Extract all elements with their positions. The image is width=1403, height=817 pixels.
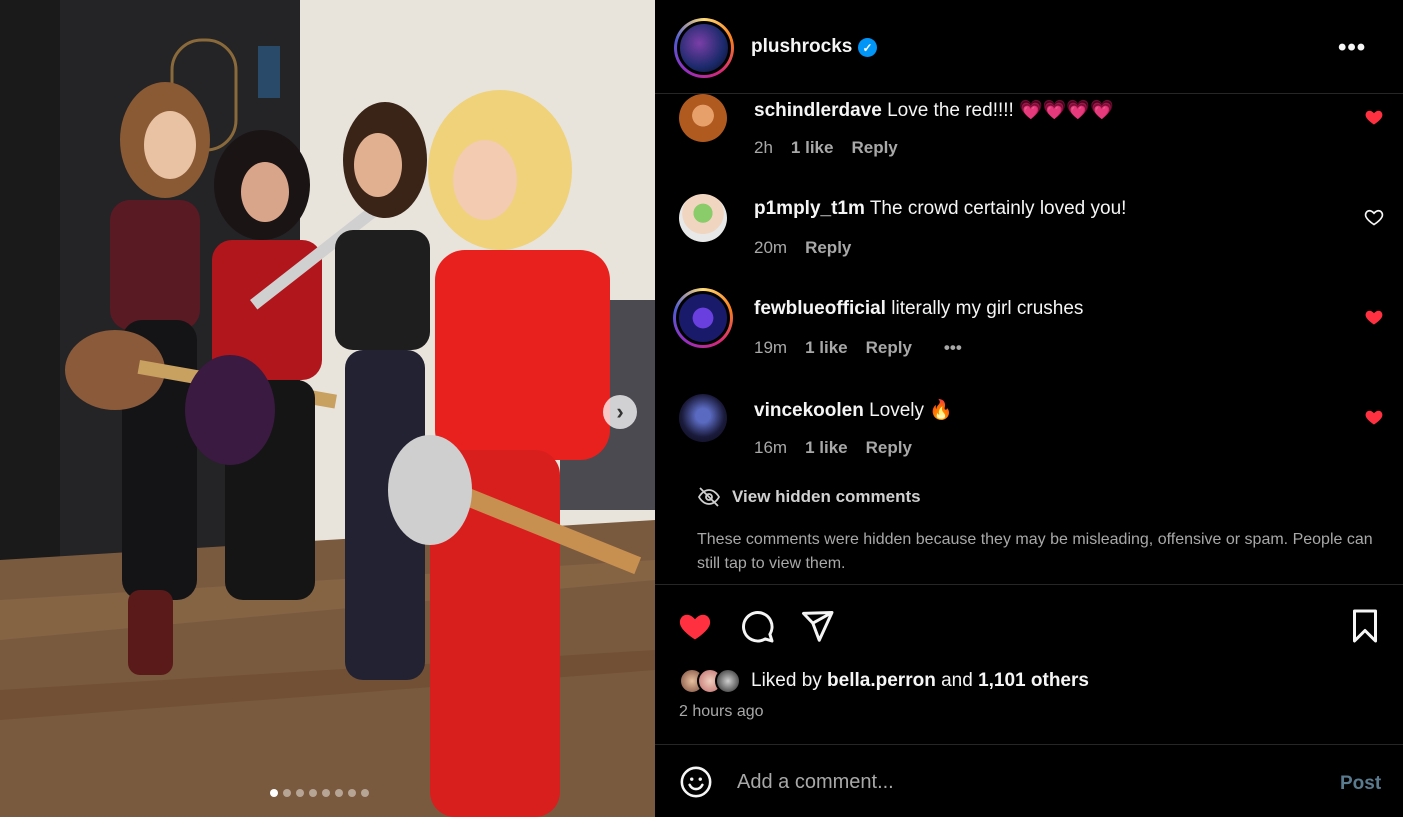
post-header: plushrocks ✓ •••: [655, 0, 1403, 94]
commenter-username[interactable]: vincekoolen: [754, 400, 864, 421]
emoji-icon[interactable]: [679, 765, 713, 799]
share-send-icon[interactable]: [799, 608, 835, 644]
commenter-username[interactable]: schindlerdave: [754, 100, 882, 121]
comment-item: fewblueofficial literally my girl crushe…: [655, 288, 1403, 374]
comment-like-heart-icon[interactable]: [1364, 407, 1384, 427]
comment-more-options-icon[interactable]: •••: [944, 338, 962, 358]
carousel-dot: [309, 789, 317, 797]
view-hidden-comments-button[interactable]: View hidden comments: [697, 485, 921, 509]
reply-button[interactable]: Reply: [866, 438, 912, 458]
comment-likes[interactable]: 1 like: [805, 438, 848, 458]
commenter-avatar[interactable]: [679, 194, 727, 242]
liker-avatar[interactable]: [715, 668, 741, 694]
comment-item: vincekoolen Lovely 🔥 16m 1 like Reply: [655, 394, 1403, 474]
reply-button[interactable]: Reply: [805, 238, 851, 258]
eye-off-icon: [697, 487, 721, 507]
verified-badge-icon: ✓: [858, 38, 877, 57]
comment-like-heart-outline-icon[interactable]: [1364, 207, 1384, 227]
comment-bubble-icon[interactable]: [739, 608, 775, 644]
commenter-avatar[interactable]: [679, 94, 727, 142]
comment-time: 20m: [754, 238, 788, 257]
liked-by-joiner: and: [935, 670, 979, 691]
comment-input[interactable]: [737, 767, 1317, 797]
author-avatar[interactable]: [674, 18, 734, 78]
comment-item: p1mply_t1m The crowd certainly loved you…: [655, 194, 1403, 274]
liked-by-others[interactable]: 1,101 others: [978, 670, 1089, 691]
carousel-dot: [322, 789, 330, 797]
comments-list: schindlerdave Love the red!!!! 💗💗💗💗 2h 1…: [655, 94, 1403, 584]
comment-like-heart-icon[interactable]: [1364, 307, 1384, 327]
comment-text: Lovely 🔥: [869, 400, 953, 421]
carousel-dot: [361, 789, 369, 797]
comment-composer: Post: [655, 744, 1403, 817]
liked-by-prefix: Liked by: [751, 670, 828, 691]
post-sidebar: plushrocks ✓ ••• schindlerdave Love the …: [655, 0, 1403, 817]
comment-item: schindlerdave Love the red!!!! 💗💗💗💗 2h 1…: [655, 94, 1403, 174]
carousel-dot: [296, 789, 304, 797]
comment-likes[interactable]: 1 like: [791, 138, 834, 158]
carousel-dot: [348, 789, 356, 797]
post-media[interactable]: ›: [0, 0, 655, 817]
comment-time: 16m: [754, 438, 788, 457]
comment-text: The crowd certainly loved you!: [869, 198, 1127, 219]
hidden-comments-note: These comments were hidden because they …: [697, 531, 1373, 572]
commenter-username[interactable]: fewblueofficial: [754, 298, 886, 319]
comment-time: 19m: [754, 338, 788, 357]
commenter-avatar[interactable]: [673, 288, 733, 348]
comment-likes[interactable]: 1 like: [805, 338, 848, 358]
reply-button[interactable]: Reply: [851, 138, 897, 158]
post-actions: Liked by bella.perron and 1,101 others 2…: [655, 584, 1403, 744]
carousel-dot: [270, 789, 278, 797]
bookmark-save-icon[interactable]: [1347, 608, 1383, 644]
view-hidden-comments-label: View hidden comments: [732, 487, 921, 506]
commenter-username[interactable]: p1mply_t1m: [754, 198, 865, 219]
carousel-indicator: [270, 789, 369, 797]
liked-by-username[interactable]: bella.perron: [827, 670, 936, 691]
post-photo: [0, 0, 655, 817]
author-username[interactable]: plushrocks: [751, 36, 852, 58]
comment-time: 2h: [754, 138, 773, 157]
carousel-dot: [283, 789, 291, 797]
commenter-avatar[interactable]: [679, 394, 727, 442]
more-options-icon[interactable]: •••: [1338, 34, 1366, 62]
like-heart-icon[interactable]: [677, 608, 713, 644]
comment-text: literally my girl crushes: [891, 298, 1084, 319]
liked-by-row: Liked by bella.perron and 1,101 others: [679, 668, 1089, 694]
comment-like-heart-icon[interactable]: [1364, 107, 1384, 127]
post-timestamp[interactable]: 2 hours ago: [679, 703, 764, 721]
post-comment-button[interactable]: Post: [1340, 773, 1381, 795]
carousel-next-button[interactable]: ›: [603, 395, 637, 429]
comment-text: Love the red!!!! 💗💗💗💗: [887, 100, 1114, 121]
reply-button[interactable]: Reply: [866, 338, 912, 358]
carousel-dot: [335, 789, 343, 797]
